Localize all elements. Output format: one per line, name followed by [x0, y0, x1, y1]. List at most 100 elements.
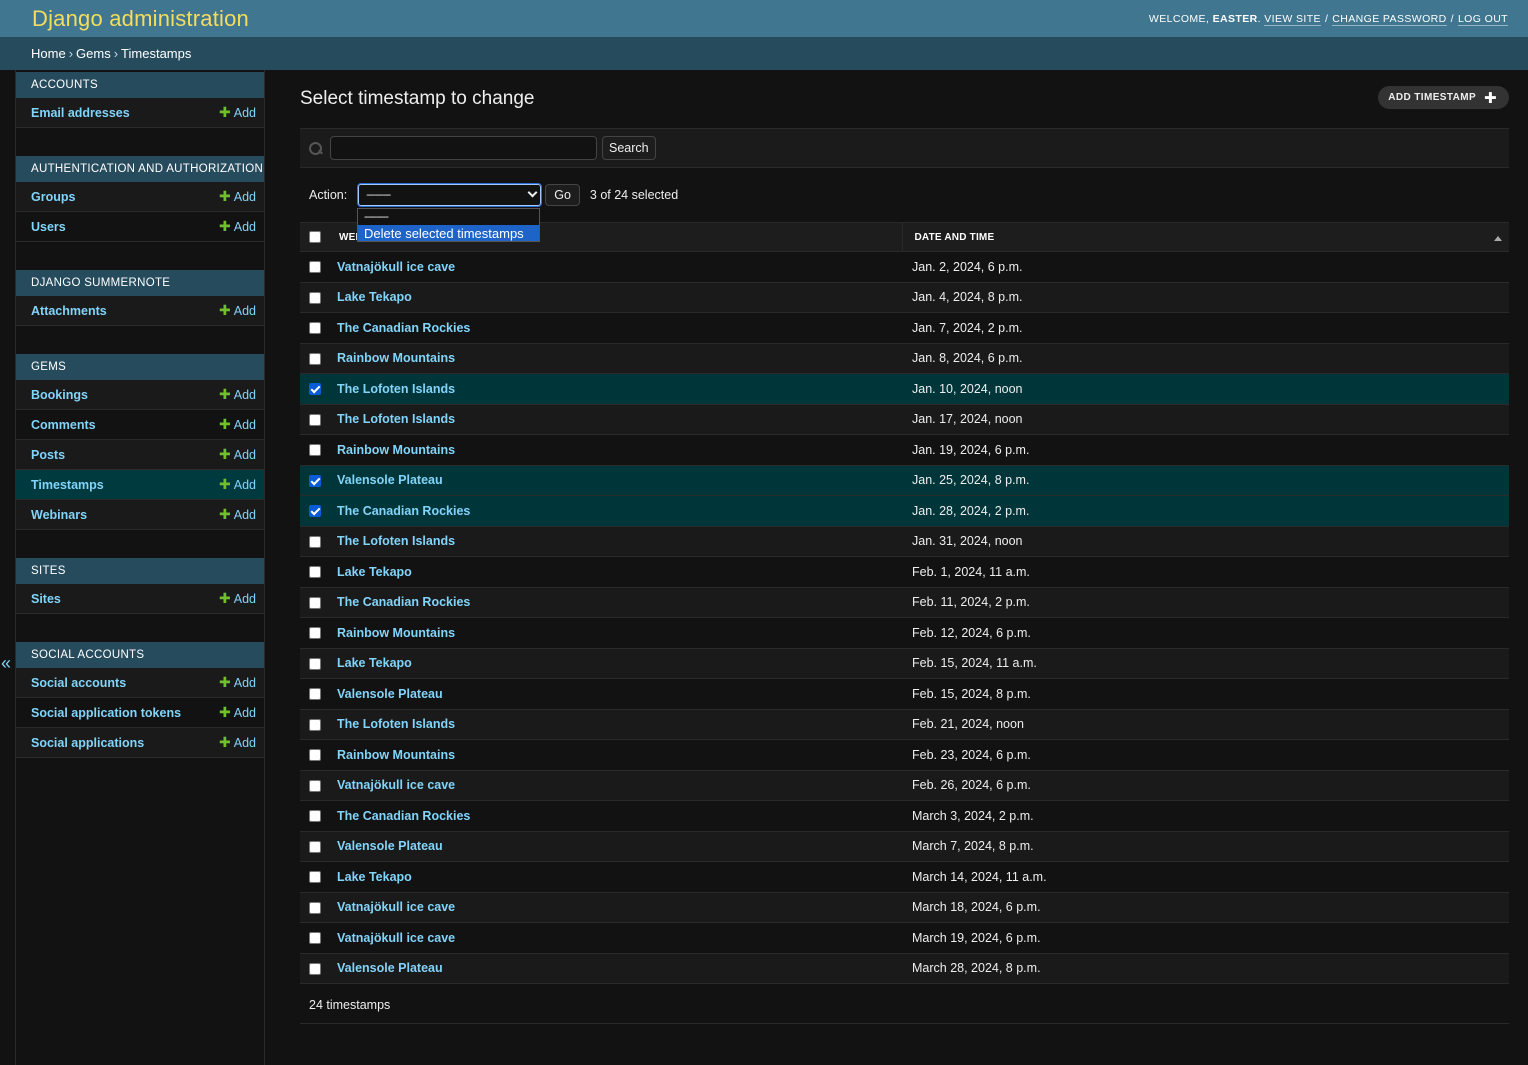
webinar-link[interactable]: Lake Tekapo	[337, 565, 412, 579]
sidebar-add-link[interactable]: ✚ Add	[219, 302, 256, 319]
sidebar-add-link[interactable]: ✚ Add	[219, 446, 256, 463]
sidebar-add-link[interactable]: ✚ Add	[219, 590, 256, 607]
row-checkbox[interactable]	[309, 962, 321, 975]
webinar-link[interactable]: The Canadian Rockies	[337, 321, 470, 335]
search-input[interactable]	[330, 136, 597, 160]
sidebar-module-caption[interactable]: GEMS	[16, 354, 264, 380]
row-checkbox[interactable]	[309, 688, 321, 701]
sidebar-add-link[interactable]: ✚ Add	[219, 704, 256, 721]
sidebar-item-label[interactable]: Sites	[31, 592, 61, 606]
search-button[interactable]: Search	[602, 136, 656, 160]
webinar-link[interactable]: The Lofoten Islands	[337, 717, 455, 731]
sidebar-add-link[interactable]: ✚ Add	[219, 104, 256, 121]
webinar-link[interactable]: Vatnajökull ice cave	[337, 260, 455, 274]
sidebar-add-link[interactable]: ✚ Add	[219, 734, 256, 751]
sidebar-add-link[interactable]: ✚ Add	[219, 188, 256, 205]
webinar-link[interactable]: Rainbow Mountains	[337, 626, 455, 640]
breadcrumb-home[interactable]: Home	[31, 46, 66, 61]
row-checkbox[interactable]	[309, 383, 321, 396]
row-checkbox[interactable]	[309, 352, 321, 365]
row-checkbox[interactable]	[309, 871, 321, 884]
view-site-link[interactable]: VIEW SITE	[1264, 12, 1321, 26]
webinar-link[interactable]: Valensole Plateau	[337, 473, 443, 487]
change-password-link[interactable]: CHANGE PASSWORD	[1332, 12, 1447, 26]
webinar-link[interactable]: Lake Tekapo	[337, 290, 412, 304]
sidebar-add-link[interactable]: ✚ Add	[219, 386, 256, 403]
row-checkbox[interactable]	[309, 840, 321, 853]
sidebar-item-label[interactable]: Groups	[31, 190, 75, 204]
sidebar-module-caption[interactable]: SOCIAL ACCOUNTS	[16, 642, 264, 668]
sidebar-item-label[interactable]: Social applications	[31, 736, 144, 750]
row-checkbox[interactable]	[309, 474, 321, 487]
row-checkbox[interactable]	[309, 291, 321, 304]
site-name[interactable]: Django administration	[32, 6, 249, 32]
row-checkbox[interactable]	[309, 627, 321, 640]
log-out-link[interactable]: LOG OUT	[1457, 12, 1508, 26]
webinar-link[interactable]: Vatnajökull ice cave	[337, 778, 455, 792]
row-checkbox[interactable]	[309, 413, 321, 426]
row-checkbox[interactable]	[309, 566, 321, 579]
collapse-sidebar-button[interactable]: «	[0, 70, 16, 1065]
webinar-link[interactable]: The Canadian Rockies	[337, 504, 470, 518]
webinar-link[interactable]: Lake Tekapo	[337, 870, 412, 884]
row-checkbox[interactable]	[309, 779, 321, 792]
sidebar-item-label[interactable]: Timestamps	[31, 478, 104, 492]
sidebar-module-caption[interactable]: SITES	[16, 558, 264, 584]
sidebar-add-link[interactable]: ✚ Add	[219, 218, 256, 235]
webinar-link[interactable]: Vatnajökull ice cave	[337, 931, 455, 945]
sidebar-add-link[interactable]: ✚ Add	[219, 506, 256, 523]
sidebar-item-label[interactable]: Email addresses	[31, 106, 130, 120]
row-checkbox[interactable]	[309, 596, 321, 609]
sidebar-item-label[interactable]: Posts	[31, 448, 65, 462]
sidebar-item-label[interactable]: Social application tokens	[31, 706, 181, 720]
row-checkbox[interactable]	[309, 932, 321, 945]
webinar-link[interactable]: Lake Tekapo	[337, 656, 412, 670]
add-timestamp-button[interactable]: ADD TIMESTAMP ✚	[1378, 86, 1509, 109]
action-option-blank[interactable]: ---------	[358, 209, 539, 225]
sidebar-item-label[interactable]: Social accounts	[31, 676, 126, 690]
webinar-link[interactable]: The Canadian Rockies	[337, 809, 470, 823]
sidebar-add-link[interactable]: ✚ Add	[219, 674, 256, 691]
row-checkbox[interactable]	[309, 535, 321, 548]
row-checkbox[interactable]	[309, 322, 321, 335]
webinar-link[interactable]: Valensole Plateau	[337, 839, 443, 853]
row-checkbox[interactable]	[309, 810, 321, 823]
webinar-link[interactable]: The Lofoten Islands	[337, 534, 455, 548]
sidebar-module-caption[interactable]: DJANGO SUMMERNOTE	[16, 270, 264, 296]
webinar-link[interactable]: The Canadian Rockies	[337, 595, 470, 609]
sidebar-module-caption[interactable]: ACCOUNTS	[16, 72, 264, 98]
sidebar-add-link[interactable]: ✚ Add	[219, 416, 256, 433]
webinar-link[interactable]: The Lofoten Islands	[337, 412, 455, 426]
select-all-checkbox[interactable]	[309, 231, 321, 243]
webinar-link[interactable]: Valensole Plateau	[337, 687, 443, 701]
plus-icon: ✚	[219, 446, 231, 462]
webinar-link[interactable]: Rainbow Mountains	[337, 748, 455, 762]
sidebar-item-label[interactable]: Comments	[31, 418, 96, 432]
sidebar-item-label[interactable]: Users	[31, 220, 66, 234]
webinar-link[interactable]: Rainbow Mountains	[337, 351, 455, 365]
select-all-header	[300, 222, 337, 252]
row-checkbox[interactable]	[309, 261, 321, 274]
sidebar-add-link[interactable]: ✚ Add	[219, 476, 256, 493]
sidebar-item-label[interactable]: Attachments	[31, 304, 107, 318]
action-select[interactable]: ---------	[357, 183, 543, 207]
webinar-link[interactable]: Valensole Plateau	[337, 961, 443, 975]
webinar-link[interactable]: Rainbow Mountains	[337, 443, 455, 457]
breadcrumb-gems[interactable]: Gems	[76, 46, 111, 61]
row-checkbox[interactable]	[309, 749, 321, 762]
sort-up-icon[interactable]	[1494, 236, 1502, 241]
sidebar-item-label[interactable]: Bookings	[31, 388, 88, 402]
go-button[interactable]: Go	[545, 184, 580, 206]
webinar-link[interactable]: Vatnajökull ice cave	[337, 900, 455, 914]
row-checkbox[interactable]	[309, 657, 321, 670]
row-select-cell	[300, 282, 337, 313]
row-checkbox[interactable]	[309, 505, 321, 518]
webinar-link[interactable]: The Lofoten Islands	[337, 382, 455, 396]
sidebar-item-label[interactable]: Webinars	[31, 508, 87, 522]
column-header-date[interactable]: DATE AND TIME	[902, 222, 1509, 252]
sidebar-module-caption[interactable]: AUTHENTICATION AND AUTHORIZATION	[16, 156, 264, 182]
row-checkbox[interactable]	[309, 901, 321, 914]
action-option-delete[interactable]: Delete selected timestamps	[358, 225, 539, 241]
row-checkbox[interactable]	[309, 718, 321, 731]
row-checkbox[interactable]	[309, 444, 321, 457]
